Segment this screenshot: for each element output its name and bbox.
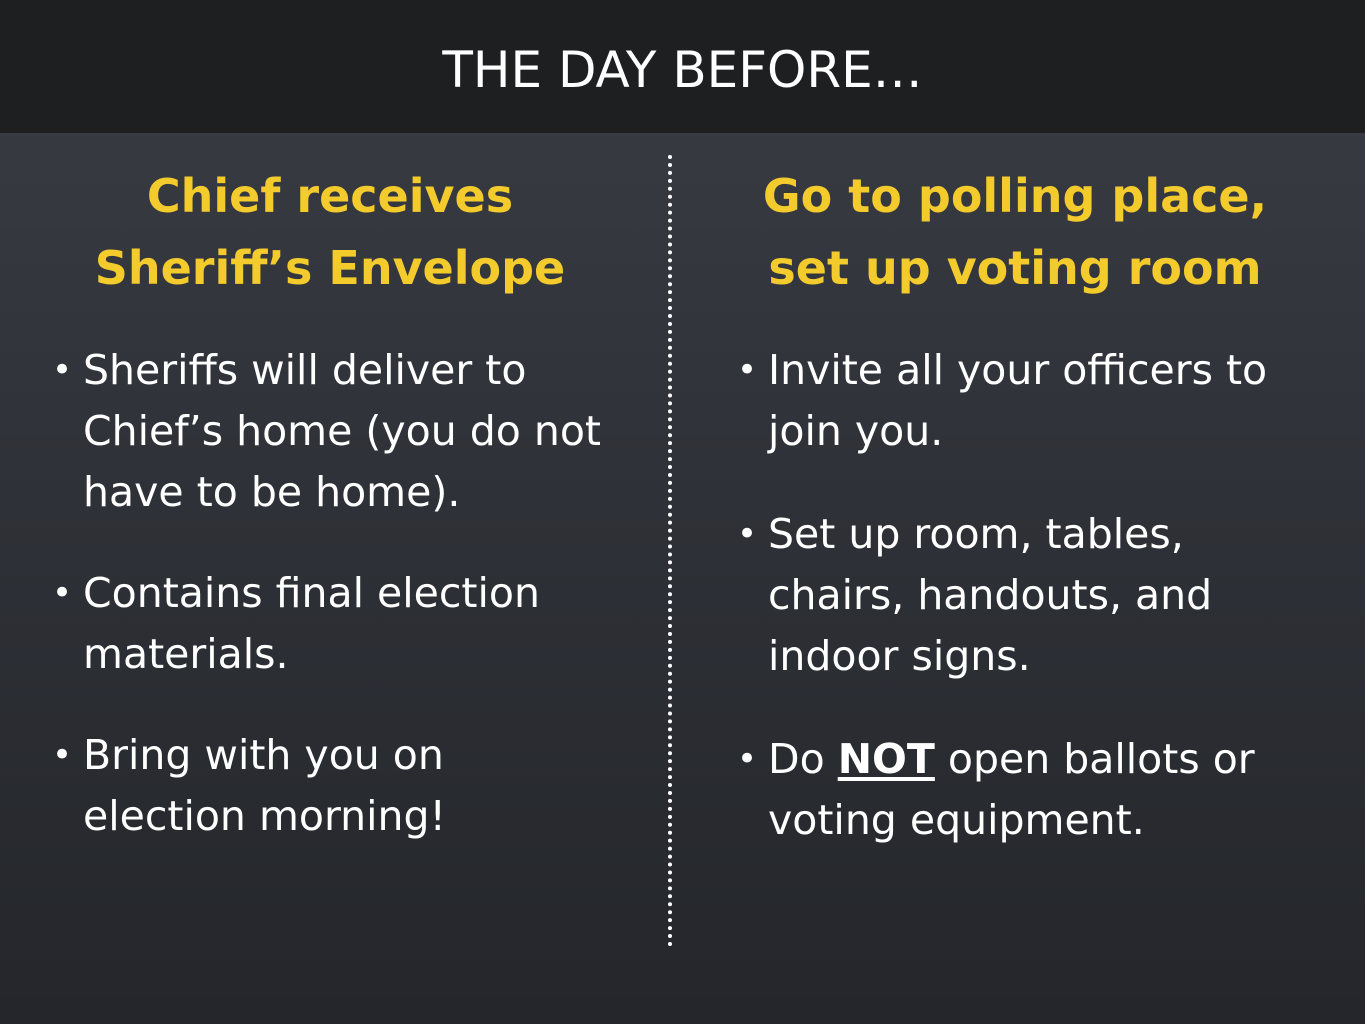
list-item: • Sheriffs will deliver to Chief’s home …: [30, 340, 630, 523]
bullet-text-prefix: Do: [768, 735, 838, 783]
list-item: • Do NOT open ballots or voting equipmen…: [715, 729, 1315, 851]
bullet-icon: •: [737, 514, 758, 554]
bullet-text-line: Sheriffs will deliver to: [83, 346, 527, 394]
bullet-text-line: Invite all your officers to: [768, 346, 1268, 394]
bullet-icon: •: [737, 739, 758, 779]
left-bullet-list: • Sheriffs will deliver to Chief’s home …: [30, 340, 630, 847]
bullet-text-suffix: open ballots or: [934, 735, 1255, 783]
emphasis-text: NOT: [837, 735, 935, 783]
bullet-icon: •: [737, 350, 758, 390]
bullet-text-line: indoor signs.: [768, 632, 1031, 680]
bullet-icon: •: [52, 350, 73, 390]
left-column-heading: Chief receives Sheriff’s Envelope: [30, 160, 630, 304]
bullet-text-line: Contains final election: [83, 569, 540, 617]
bullet-text-line: election morning!: [83, 792, 446, 840]
bullet-text-line: Do NOT open ballots or: [768, 729, 1315, 790]
bullet-icon: •: [52, 573, 73, 613]
list-item: • Bring with you on election morning!: [30, 725, 630, 847]
bullet-text-line: chairs, handouts, and: [768, 571, 1213, 619]
left-heading-line-1: Chief receives: [146, 169, 514, 223]
left-heading-line-2: Sheriff’s Envelope: [94, 241, 566, 295]
slide-title: THE DAY BEFORE…: [442, 40, 923, 99]
right-column-heading: Go to polling place, set up voting room: [715, 160, 1315, 304]
bullet-text-line: Chief’s home (you do not: [83, 407, 602, 455]
bullet-icon: •: [52, 735, 73, 775]
right-bullet-list: • Invite all your officers to join you. …: [715, 340, 1315, 851]
bullet-text-line: Set up room, tables,: [768, 510, 1184, 558]
left-column: Chief receives Sheriff’s Envelope • Sher…: [30, 160, 630, 840]
bullet-text-line: have to be home).: [83, 468, 461, 516]
right-column: Go to polling place, set up voting room …: [715, 160, 1315, 844]
title-bar: THE DAY BEFORE…: [0, 0, 1365, 133]
bullet-text-line: materials.: [83, 630, 289, 678]
bullet-text-line: Bring with you on: [83, 731, 444, 779]
list-item: • Contains final election materials.: [30, 563, 630, 685]
bullet-text-line: join you.: [768, 407, 944, 455]
right-heading-line-2: set up voting room: [768, 241, 1262, 295]
list-item: • Invite all your officers to join you.: [715, 340, 1315, 462]
column-divider: [668, 155, 672, 947]
list-item: • Set up room, tables, chairs, handouts,…: [715, 504, 1315, 687]
right-heading-line-1: Go to polling place,: [762, 169, 1268, 223]
bullet-text-line: voting equipment.: [768, 796, 1145, 844]
